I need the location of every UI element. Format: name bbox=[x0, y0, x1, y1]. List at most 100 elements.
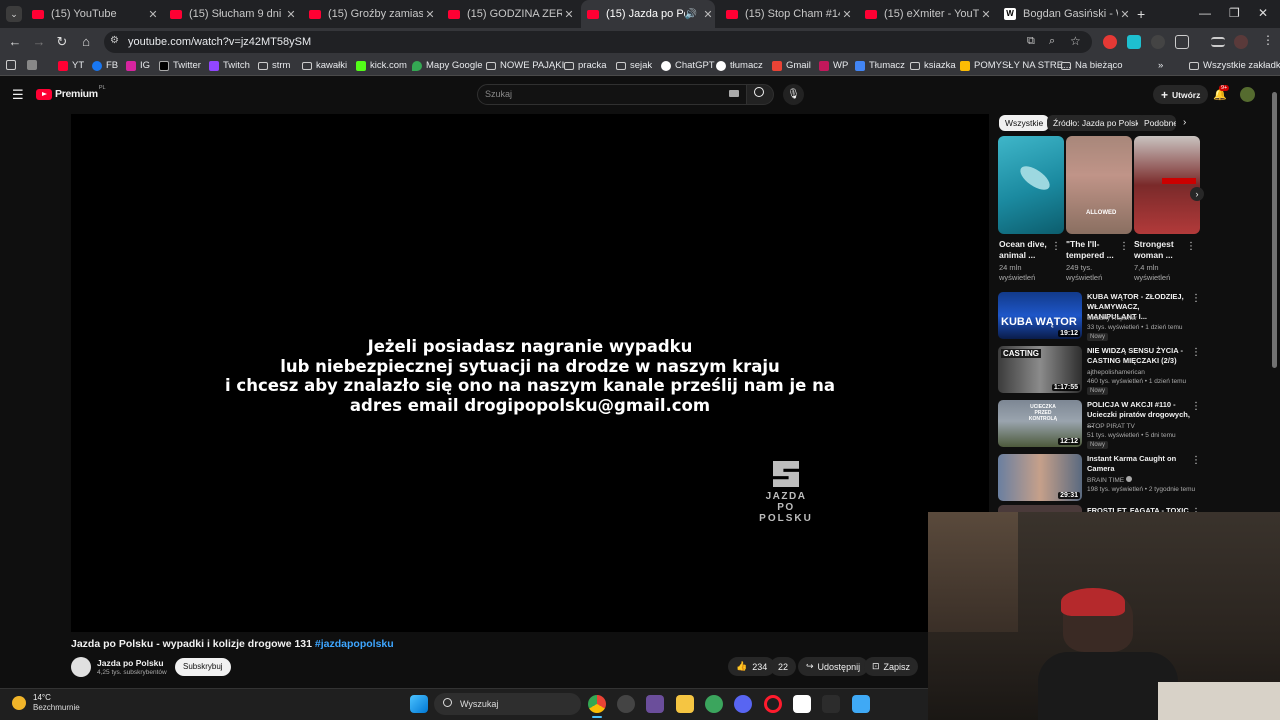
video-channel[interactable]: BRAIN TIME bbox=[1087, 476, 1197, 485]
reload-icon[interactable]: ↻ bbox=[53, 33, 71, 51]
browser-tab[interactable]: (15) YouTube ✕ bbox=[28, 0, 160, 28]
record-extension-icon[interactable] bbox=[1103, 35, 1117, 49]
short-thumbnail[interactable]: ALLOWED bbox=[1066, 136, 1132, 234]
bookmark-twitter[interactable]: Twitter bbox=[159, 60, 201, 71]
comments-count[interactable]: 22 bbox=[770, 657, 797, 676]
apps-icon[interactable] bbox=[6, 60, 20, 70]
video-thumbnail[interactable]: 29:31 bbox=[998, 454, 1082, 501]
bookmark-kawalki[interactable]: kawałki bbox=[302, 60, 347, 71]
bookmark-twitch[interactable]: Twitch bbox=[209, 60, 250, 71]
all-bookmarks-folder[interactable]: Wszystkie zakładki bbox=[1189, 60, 1280, 71]
page-scrollbar[interactable] bbox=[1272, 92, 1277, 368]
bookmark-kick[interactable]: kick.com bbox=[356, 60, 407, 71]
bookmark-mapy-google[interactable]: Mapy Google bbox=[412, 60, 483, 71]
short-title[interactable]: Ocean dive, animal ... bbox=[999, 239, 1049, 261]
more-options-icon[interactable]: ⋮ bbox=[1051, 241, 1061, 252]
home-icon[interactable]: ⌂ bbox=[77, 33, 95, 51]
short-thumbnail[interactable] bbox=[998, 136, 1064, 234]
media-controls-icon[interactable] bbox=[1211, 37, 1225, 47]
browser-tab-active[interactable]: (15) Jazda po Polsku 🔊 ✕ bbox=[581, 0, 715, 28]
more-options-icon[interactable]: ⋮ bbox=[1191, 455, 1201, 466]
browser-tab[interactable]: (15) Groźby zamiast rozm ✕ bbox=[305, 0, 437, 28]
bookmark-gmail[interactable]: Gmail bbox=[772, 60, 811, 71]
video-thumbnail[interactable]: KUBA WĄTOR 19:12 bbox=[998, 292, 1082, 339]
bookmark-ksiazka[interactable]: ksiazka bbox=[910, 60, 956, 71]
chip-all[interactable]: Wszystkie bbox=[999, 115, 1050, 131]
video-title[interactable]: Instant Karma Caught on Camera bbox=[1087, 454, 1190, 474]
search-input[interactable] bbox=[477, 84, 747, 105]
translate-extension-icon[interactable] bbox=[1127, 35, 1141, 49]
channel-avatar[interactable] bbox=[71, 657, 91, 677]
browser-tab[interactable]: (15) GODZINA ZERO #18 ✕ bbox=[444, 0, 576, 28]
keyboard-icon[interactable] bbox=[729, 90, 739, 97]
new-tab-button[interactable]: + bbox=[1137, 6, 1145, 22]
app-icon[interactable] bbox=[822, 695, 840, 713]
app-icon[interactable] bbox=[646, 695, 664, 713]
notepad-icon[interactable] bbox=[852, 695, 870, 713]
short-title[interactable]: Strongest woman ... bbox=[1134, 239, 1184, 261]
site-info-icon[interactable]: ⚙ bbox=[110, 35, 119, 46]
bookmark-ig[interactable]: IG bbox=[126, 60, 150, 71]
file-explorer-icon[interactable] bbox=[676, 695, 694, 713]
short-title[interactable]: "The I'll-tempered ... bbox=[1066, 239, 1116, 261]
hamburger-menu-icon[interactable]: ☰ bbox=[12, 87, 24, 103]
more-bookmarks-chevron-icon[interactable]: » bbox=[1158, 60, 1163, 71]
bookmark-strm[interactable]: strm bbox=[258, 60, 290, 71]
like-button[interactable]: 👍 234 bbox=[728, 657, 776, 676]
youtube-logo[interactable]: Premium PL bbox=[36, 85, 106, 100]
video-channel[interactable]: STOP PIRAT TV bbox=[1087, 422, 1197, 431]
bookmark-nowe-pajaki[interactable]: NOWE PAJĄKI bbox=[486, 60, 564, 71]
video-thumbnail[interactable] bbox=[998, 505, 1082, 512]
close-tab-icon[interactable]: ✕ bbox=[146, 8, 160, 21]
url-text[interactable]: youtube.com/watch?v=jz42MT58ySM bbox=[128, 36, 311, 48]
zoom-icon[interactable]: ⌕ bbox=[1049, 35, 1055, 48]
chips-next-chevron-icon[interactable]: › bbox=[1183, 117, 1186, 128]
subscribe-button[interactable]: Subskrybuj bbox=[175, 658, 231, 676]
profile-avatar-icon[interactable] bbox=[1234, 35, 1248, 49]
bookmark-pomysly[interactable]: POMYSŁY NA STRE... bbox=[960, 60, 1071, 71]
close-tab-icon[interactable]: ✕ bbox=[423, 8, 437, 21]
bookmark-wp[interactable]: WP bbox=[819, 60, 848, 71]
taskbar-search-box[interactable] bbox=[434, 693, 581, 715]
share-button[interactable]: ↪ Udostępnij bbox=[798, 657, 869, 676]
more-options-icon[interactable]: ⋮ bbox=[1119, 241, 1129, 252]
extension-icon[interactable] bbox=[1151, 35, 1165, 49]
restore-window-icon[interactable]: ❐ bbox=[1229, 6, 1240, 20]
browser-tab[interactable]: W Bogdan Gasiński - Wikip ✕ bbox=[1000, 0, 1132, 28]
close-tab-icon[interactable]: ✕ bbox=[840, 8, 854, 21]
close-tab-icon[interactable]: ✕ bbox=[1118, 8, 1132, 21]
weather-widget[interactable]: 14°C Bezchmurnie bbox=[12, 693, 80, 713]
bookmark-star-icon[interactable]: ☆ bbox=[1070, 34, 1081, 48]
avatar[interactable] bbox=[1240, 87, 1255, 102]
audio-playing-icon[interactable]: 🔊 bbox=[685, 9, 697, 20]
chip-source[interactable]: Źródło: Jazda po Polsku bbox=[1047, 115, 1151, 131]
obs-icon[interactable] bbox=[617, 695, 635, 713]
opera-icon[interactable] bbox=[764, 695, 782, 713]
bookmark-chatgpt[interactable]: ChatGPT bbox=[661, 60, 715, 71]
video-channel[interactable]: ajthepolishamerican bbox=[1087, 368, 1197, 377]
microphone-icon[interactable]: 🎙 bbox=[783, 84, 804, 105]
video-channel[interactable]: Szalony Reporter bbox=[1087, 314, 1197, 323]
forward-icon[interactable]: → bbox=[30, 33, 48, 51]
channel-name[interactable]: Jazda po Polsku bbox=[97, 658, 164, 668]
close-window-icon[interactable]: ✕ bbox=[1258, 6, 1268, 20]
bookmark-tlumacz-2[interactable]: Tłumacz bbox=[855, 60, 905, 71]
install-app-icon[interactable]: ⧉ bbox=[1027, 35, 1035, 48]
short-thumbnail[interactable] bbox=[1134, 136, 1200, 234]
bookmark-na-biezaco[interactable]: Na bieżąco bbox=[1061, 60, 1123, 71]
close-tab-icon[interactable]: ✕ bbox=[701, 8, 715, 21]
bookmark-sejak[interactable]: sejak bbox=[616, 60, 652, 71]
hashtag-link[interactable]: #jazdapopolsku bbox=[315, 638, 394, 650]
create-button[interactable]: + Utwórz bbox=[1153, 85, 1209, 104]
video-title[interactable]: NIE WIDZĄ SENSU ŻYCIA - CASTING MIĘCZAKI… bbox=[1087, 346, 1190, 366]
browser-tab[interactable]: (15) Stop Cham #1437 - ✕ bbox=[722, 0, 854, 28]
save-button[interactable]: ⊡ Zapisz bbox=[864, 657, 919, 676]
extensions-puzzle-icon[interactable] bbox=[1175, 35, 1189, 49]
close-tab-icon[interactable]: ✕ bbox=[979, 8, 993, 21]
bookmark-tlumacz[interactable]: tłumacz bbox=[716, 60, 763, 71]
chip-similar[interactable]: Podobne bbox=[1138, 115, 1176, 131]
video-thumbnail[interactable]: CASTING 1:17:55 bbox=[998, 346, 1082, 393]
close-tab-icon[interactable]: ✕ bbox=[562, 8, 576, 21]
windows-start-icon[interactable] bbox=[410, 695, 428, 713]
minimize-window-icon[interactable]: — bbox=[1199, 6, 1211, 20]
